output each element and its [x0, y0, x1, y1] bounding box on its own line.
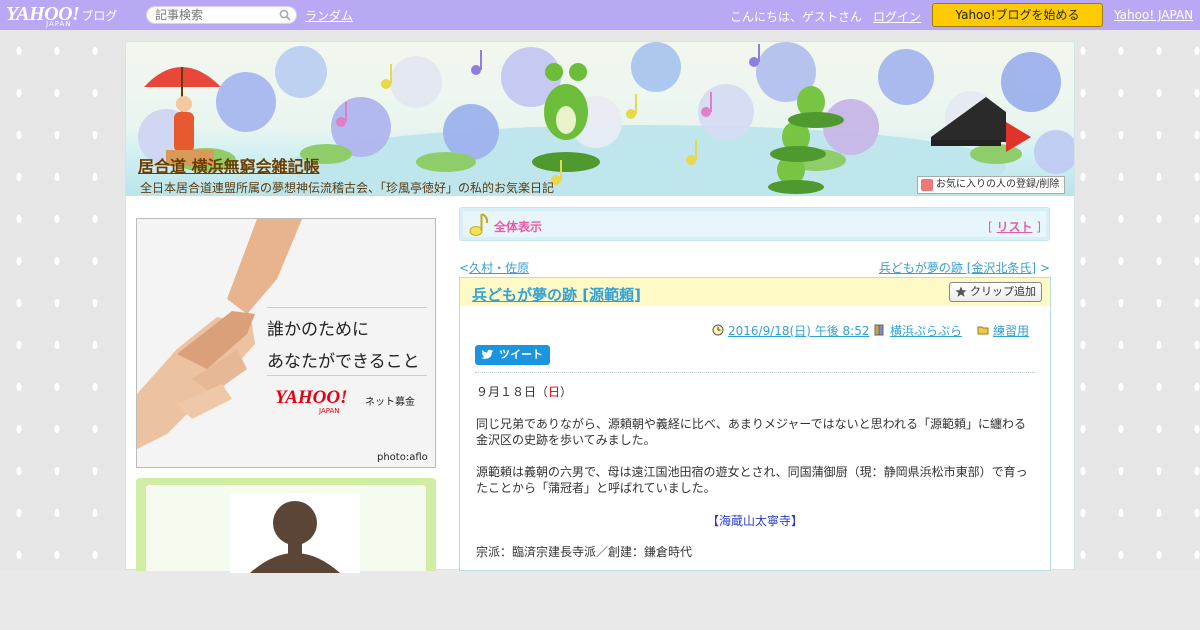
twitter-bird-icon — [481, 349, 494, 359]
next-article-link[interactable]: 兵どもが夢の跡 [金沢北条氏] — [879, 261, 1036, 275]
list-bracket-open: [ — [987, 220, 993, 234]
search-input[interactable] — [155, 7, 285, 23]
list-view-link[interactable]: リスト — [996, 220, 1032, 234]
blog-title[interactable]: 居合道 横浜無窮会雑記帳 — [138, 153, 320, 177]
prev-article-link[interactable]: 久村・佐原 — [469, 261, 529, 275]
date-line-pre: ９月１８日（ — [476, 385, 549, 399]
article-date-line: ９月１８日（日） — [476, 384, 1036, 400]
article-title[interactable]: 兵どもが夢の跡 [源範頼] — [472, 284, 641, 305]
list-bracket-close: ] — [1036, 220, 1041, 234]
favorite-icon — [921, 179, 933, 191]
ad-text-line1: 誰かのために — [267, 320, 369, 340]
blog-description: 全日本居合道連盟所属の夢想神伝流稽古会、「珍風亭徳好」の私的お気楽日記 — [140, 181, 555, 195]
article-paragraph-2: 源範頼は義朝の六男で、母は遠江国池田宿の遊女とされ、同国蒲御厨（現：静岡県浜松市… — [476, 465, 1028, 495]
music-note-icon — [469, 213, 489, 236]
prev-arrow: < — [459, 261, 470, 275]
article-header: 兵どもが夢の跡 [源範頼] クリップ追加 — [460, 278, 1050, 306]
favorite-register-button[interactable]: お気に入りの人の登録/削除 — [917, 176, 1065, 194]
search-icon[interactable] — [279, 9, 291, 21]
tweet-button[interactable]: ツイート — [475, 345, 550, 365]
article: 兵どもが夢の跡 [源範頼] クリップ追加 2016/9/18(日) 午後 8:5… — [459, 277, 1051, 571]
article-author: 横浜ぷらぷら — [874, 322, 962, 339]
date-line-post: ） — [560, 385, 573, 399]
book-icon — [874, 324, 884, 336]
next-arrow: > — [1039, 261, 1050, 275]
view-mode-bar-inner — [463, 211, 1046, 237]
blog-page: 居合道 横浜無窮会雑記帳 全日本居合道連盟所属の夢想神伝流稽古会、「珍風亭徳好」… — [125, 41, 1075, 573]
handshake-photo — [137, 219, 435, 467]
ad-divider — [267, 375, 427, 376]
prev-article-nav: <久村・佐原 — [459, 259, 529, 276]
star-icon — [955, 286, 967, 297]
yahoo-blog-logo[interactable]: YAHOO! ブログ JAPAN — [6, 3, 118, 28]
tweet-label: ツイート — [499, 348, 543, 361]
ad-photo-credit: photo:aflo — [377, 452, 428, 463]
clip-add-label: クリップ追加 — [970, 285, 1036, 298]
list-view-link-wrap: [ リスト ] — [988, 218, 1041, 235]
clip-add-button[interactable]: クリップ追加 — [949, 282, 1042, 302]
clock-icon — [712, 324, 724, 336]
article-date-link[interactable]: 2016/9/18(日) 午後 8:52 — [728, 324, 869, 338]
article-category-link[interactable]: 練習用 — [993, 324, 1029, 338]
ad-text-line2: あなたができること — [267, 352, 420, 372]
folder-icon — [977, 326, 989, 335]
article-paragraph-3: 宗派：臨済宗建長寺派／創建：鎌倉時代 — [476, 545, 693, 559]
blog-header: 居合道 横浜無窮会雑記帳 全日本居合道連盟所属の夢想神伝流稽古会、「珍風亭徳好」… — [126, 42, 1074, 196]
article-date: 2016/9/18(日) 午後 8:52 — [712, 322, 869, 339]
page-bottom — [0, 570, 1200, 630]
donation-ad-banner[interactable]: 誰かのために あなたができること YAHOO! JAPAN ネット募金 phot… — [136, 218, 436, 468]
article-divider — [475, 372, 1035, 373]
ad-yahoo-logo: YAHOO! — [275, 387, 348, 408]
search-box — [146, 6, 297, 24]
article-paragraph-1: 同じ兄弟でありながら、源頼朝や義経に比べ、あまりメジャーではないと思われる「源範… — [476, 417, 1026, 447]
article-section-heading: 【海蔵山太寧寺】 — [706, 514, 803, 528]
yahoo-topbar: YAHOO!ブログ JAPAN ランダム こんにちは、ゲストさん ログイン Ya… — [0, 0, 1200, 30]
article-author-link[interactable]: 横浜ぷらぷら — [890, 324, 962, 338]
date-line-day: 日 — [548, 385, 561, 399]
article-category: 練習用 — [977, 322, 1029, 339]
guest-greeting: こんにちは、ゲストさん — [730, 10, 863, 24]
yahoo-japan-link[interactable]: Yahoo! JAPAN — [1114, 8, 1193, 22]
article-meta: 2016/9/18(日) 午後 8:52 横浜ぷらぷら 練習用 — [460, 322, 1050, 338]
ad-divider — [267, 307, 427, 308]
logo-sub-text: JAPAN — [46, 20, 72, 28]
profile-inner — [146, 485, 426, 573]
favorite-register-label: お気に入りの人の登録/削除 — [936, 179, 1060, 190]
ad-yahoo-logo-sub: JAPAN — [319, 407, 340, 415]
login-link[interactable]: ログイン — [873, 8, 921, 25]
start-blog-button[interactable]: Yahoo!ブログを始める — [932, 3, 1103, 27]
view-all-title: 全体表示 — [494, 220, 543, 234]
profile-image[interactable] — [230, 493, 360, 573]
next-article-nav: 兵どもが夢の跡 [金沢北条氏] > — [879, 259, 1050, 276]
view-mode-bar: 全体表示 [ リスト ] — [459, 207, 1050, 241]
ad-brand-text: ネット募金 — [365, 397, 415, 408]
random-link[interactable]: ランダム — [305, 7, 353, 24]
profile-figure — [250, 501, 340, 573]
logo-blog-text: ブログ — [81, 9, 118, 23]
profile-box — [136, 478, 436, 573]
